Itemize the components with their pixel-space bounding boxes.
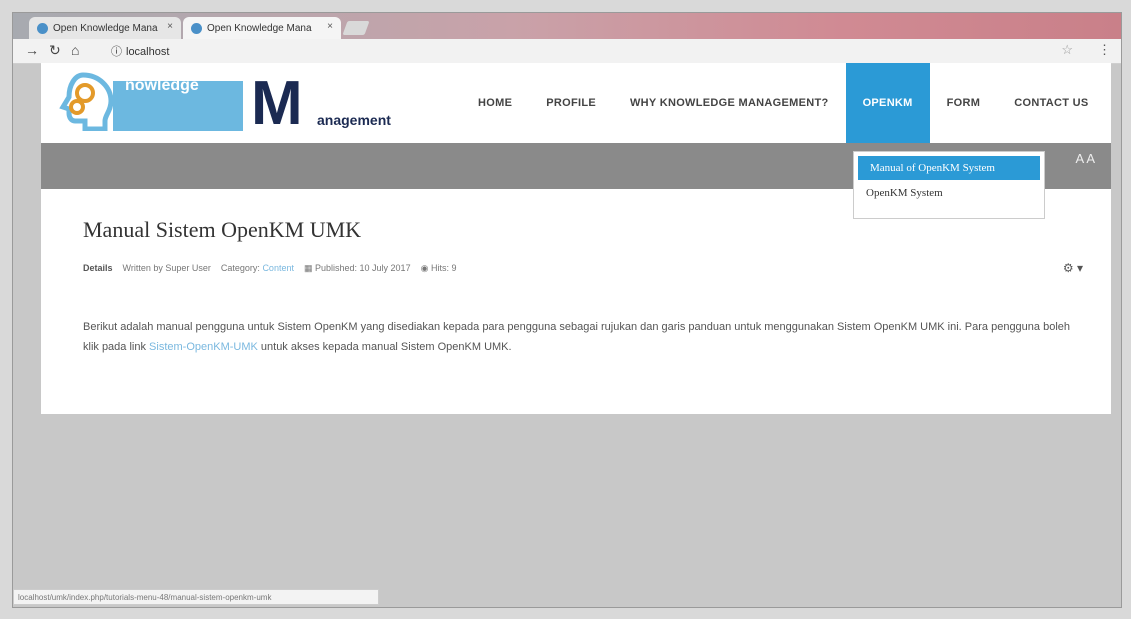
font-resize-control[interactable]: A A [1075,151,1095,166]
article-options-gear-icon[interactable]: ⚙ ▾ [1063,261,1083,275]
article-body: Berikut adalah manual pengguna untuk Sis… [83,317,1073,357]
tab-strip: Open Knowledge Mana × Open Knowledge Man… [13,13,1121,39]
favicon-icon [191,22,202,34]
nav-openkm[interactable]: OPENKM [845,63,930,143]
body-text-suffix: untuk akses kepada manual Sistem OpenKM … [257,341,512,353]
address-bar[interactable]: ⓘ localhost [111,43,169,59]
hits: ◉ Hits: 9 [421,263,457,274]
site-header: nowledge M anagement HOME PROFILE WHY KN… [41,63,1111,143]
nav-why-km[interactable]: WHY KNOWLEDGE MANAGEMENT? [613,63,846,143]
browser-tab-active[interactable]: Open Knowledge Mana × [183,17,341,39]
browser-tab[interactable]: Open Knowledge Mana × [29,17,181,39]
site-logo[interactable]: nowledge M anagement [55,67,415,139]
calendar-icon: ▦ [303,263,313,273]
tab-label: Open Knowledge Mana [53,22,158,34]
logo-m-text: anagement [317,112,391,128]
author: Written by Super User [122,263,211,273]
dropdown-item-openkm-system[interactable]: OpenKM System [854,180,1044,206]
head-gears-icon [59,72,114,131]
new-tab-button[interactable] [342,21,370,35]
home-icon[interactable]: ⌂ [71,42,79,58]
nav-profile[interactable]: PROFILE [529,63,613,143]
bookmark-star-icon[interactable]: ☆ [1061,42,1073,58]
info-icon[interactable]: ⓘ [111,46,122,58]
openkm-dropdown-menu: Manual of OpenKM System OpenKM System [853,151,1045,219]
close-tab-icon[interactable]: × [327,21,333,32]
favicon-icon [37,22,48,34]
page-title: Manual Sistem OpenKM UMK [83,217,362,242]
main-nav: HOME PROFILE WHY KNOWLEDGE MANAGEMENT? O… [461,63,1106,143]
hits-text: Hits: 9 [430,263,457,273]
details-label: Details [83,263,113,273]
logo-m-letter: M [251,69,303,138]
browser-window: Open Knowledge Mana × Open Knowledge Man… [12,12,1122,608]
menu-icon[interactable]: ⋮ [1098,42,1111,58]
close-tab-icon[interactable]: × [167,21,173,32]
published-date: ▦ Published: 10 July 2017 [304,263,411,274]
published-text: Published: 10 July 2017 [315,263,411,273]
article-meta: Details Written by Super User Category: … [83,263,456,274]
tab-label: Open Knowledge Mana [207,22,312,34]
dropdown-item-manual[interactable]: Manual of OpenKM System [858,156,1040,180]
browser-toolbar: → ↻ ⌂ ⓘ localhost ☆ ⋮ [13,39,1121,64]
reload-icon[interactable]: ↻ [49,42,61,59]
nav-home[interactable]: HOME [461,63,529,143]
status-bar-url: localhost/umk/index.php/tutorials-menu-4… [13,589,379,605]
category-link[interactable]: Content [262,263,294,273]
nav-contact-us[interactable]: CONTACT US [997,63,1105,143]
nav-form[interactable]: FORM [930,63,998,143]
url-text: localhost [126,46,170,58]
back-icon[interactable]: → [25,42,39,58]
eye-icon: ◉ [420,263,429,273]
openkm-manual-link[interactable]: Sistem-OpenKM-UMK [149,341,258,353]
logo-k-text: nowledge [125,77,199,94]
article-card: Manual Sistem OpenKM UMK Details Written… [41,189,1111,414]
category: Category: Content [221,263,294,274]
category-label: Category: [220,263,260,273]
